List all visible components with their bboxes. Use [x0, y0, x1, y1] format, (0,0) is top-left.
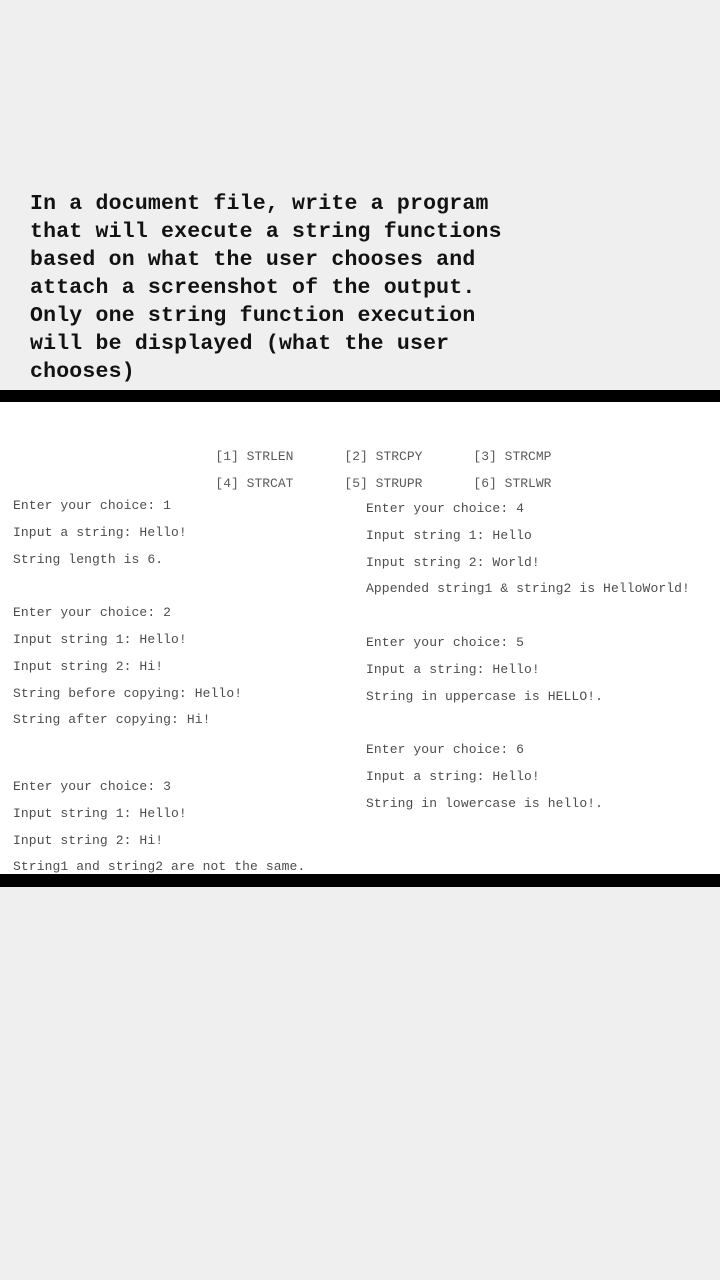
- menu-item-key: [6]: [473, 476, 497, 491]
- output-line: Enter your choice: 2: [13, 605, 172, 621]
- menu-item-strlwr: [6] STRLWR: [473, 470, 602, 497]
- menu-item-strlen: [1] STRLEN: [215, 443, 344, 470]
- output-block-choice-6: Enter your choice: 6 Input a string: Hel…: [366, 737, 716, 817]
- block-spacer: [366, 603, 716, 630]
- menu-item-key: [3]: [473, 449, 497, 464]
- menu-item-strcpy: [2] STRCPY: [344, 443, 473, 470]
- output-column-left: Enter your choice: 1 Input a string: Hel…: [13, 493, 363, 881]
- output-line: Input string 2: Hi!: [13, 832, 164, 848]
- prompt-line: will be displayed (what the user: [30, 332, 450, 356]
- output-line: Input a string: Hello!: [366, 768, 540, 784]
- output-line: Input a string: Hello!: [13, 524, 187, 540]
- block-spacer: [13, 734, 363, 761]
- menu-item-label: STRCMP: [504, 449, 552, 464]
- separator-bar-top: [0, 390, 720, 402]
- block-spacer: [366, 710, 716, 737]
- menu-item-label: STRLWR: [504, 476, 552, 491]
- menu-item-label: STRLEN: [246, 449, 294, 464]
- output-line: Enter your choice: 5: [366, 634, 525, 650]
- output-block-choice-2: Enter your choice: 2 Input string 1: Hel…: [13, 600, 363, 734]
- menu-item-key: [2]: [344, 449, 368, 464]
- output-line: String in uppercase is HELLO!.: [366, 688, 604, 704]
- string-function-menu: [1] STRLEN [2] STRCPY [3] STRCMP [4] STRCA…: [0, 416, 720, 491]
- output-line: Input string 2: Hi!: [13, 658, 164, 674]
- menu-item-label: STRUPR: [375, 476, 423, 491]
- output-line: Input string 2: World!: [366, 554, 540, 570]
- output-column-right: Enter your choice: 4 Input string 1: Hel…: [366, 496, 716, 818]
- prompt-line: Only one string function execution: [30, 304, 476, 328]
- output-block-choice-5: Enter your choice: 5 Input a string: Hel…: [366, 630, 716, 710]
- menu-item-strcmp: [3] STRCMP: [473, 443, 602, 470]
- output-block-choice-3: Enter your choice: 3 Input string 1: Hel…: [13, 774, 363, 881]
- prompt-line: In a document file, write a program: [30, 192, 489, 216]
- output-block-choice-1: Enter your choice: 1 Input a string: Hel…: [13, 493, 363, 573]
- console-screenshot: [1] STRLEN [2] STRCPY [3] STRCMP [4] STRCA…: [0, 402, 720, 874]
- output-line: String after copying: Hi!: [13, 712, 211, 728]
- menu-item-strupr: [5] STRUPR: [344, 470, 473, 497]
- output-line: Enter your choice: 3: [13, 778, 172, 794]
- menu-item-key: [1]: [215, 449, 239, 464]
- prompt-line: that will execute a string functions: [30, 220, 502, 244]
- prompt-line: chooses): [30, 360, 135, 384]
- menu-item-key: [4]: [215, 476, 239, 491]
- output-line: Input string 1: Hello!: [13, 631, 187, 647]
- prompt-line: attach a screenshot of the output.: [30, 276, 476, 300]
- output-line: Enter your choice: 4: [366, 501, 525, 516]
- separator-bar-bottom: [0, 874, 720, 887]
- page-root: In a document file, write a program that…: [0, 0, 720, 1280]
- output-line: Input a string: Hello!: [366, 661, 540, 677]
- block-spacer: [13, 573, 363, 600]
- output-line: Enter your choice: 1: [13, 498, 172, 513]
- prompt-line: based on what the user chooses and: [30, 248, 476, 272]
- output-line: String length is 6.: [13, 551, 164, 567]
- menu-item-key: [5]: [344, 476, 368, 491]
- output-line: String before copying: Hello!: [13, 685, 243, 701]
- output-line: String in lowercase is hello!.: [366, 795, 604, 811]
- output-line: Appended string1 & string2 is HelloWorld…: [366, 581, 690, 597]
- output-line: Enter your choice: 6: [366, 742, 525, 758]
- output-line: Input string 1: Hello: [366, 527, 532, 543]
- menu-item-label: STRCPY: [375, 449, 423, 464]
- menu-row: [1] STRLEN [2] STRCPY [3] STRCMP: [0, 416, 720, 464]
- output-block-choice-4: Enter your choice: 4 Input string 1: Hel…: [366, 496, 716, 603]
- prompt-heading: In a document file, write a program that…: [0, 190, 720, 386]
- menu-item-label: STRCAT: [246, 476, 294, 491]
- output-line: Input string 1: Hello!: [13, 805, 187, 821]
- block-spacer: [13, 761, 363, 774]
